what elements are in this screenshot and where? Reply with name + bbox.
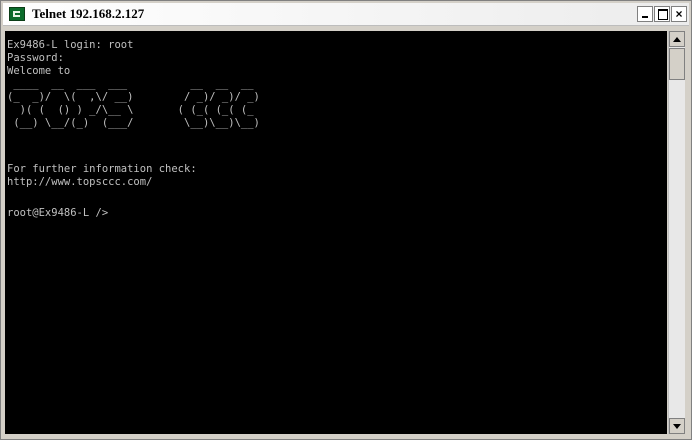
- ascii-banner-line-1: ____ __ ___ ___ __ __ __: [7, 78, 254, 90]
- vertical-scrollbar[interactable]: [668, 31, 685, 434]
- terminal-line-welcome: Welcome to: [7, 65, 71, 77]
- scroll-down-button[interactable]: [669, 418, 685, 434]
- ascii-banner-line-3: )( ( () ) _/\__ \ ( (_( (_( (_: [7, 104, 254, 116]
- close-button[interactable]: ×: [671, 6, 687, 22]
- terminal-line-url: http://www.topsccc.com/: [7, 176, 153, 188]
- title-bar[interactable]: Telnet 192.168.2.127 ×: [3, 3, 689, 26]
- terminal-line-password: Password:: [7, 52, 64, 64]
- arrow-down-icon: [673, 424, 681, 429]
- terminal-prompt: root@Ex9486-L />: [7, 207, 109, 219]
- telnet-window: Telnet 192.168.2.127 × Ex9486-L login: r…: [0, 0, 692, 440]
- window-title: Telnet 192.168.2.127: [32, 6, 145, 21]
- maximize-button[interactable]: [654, 6, 670, 22]
- ascii-banner-line-4: (__) \__/(_) (___/ \__)\__)\__): [7, 117, 260, 129]
- ascii-banner-line-2: (_ _)/ \( ,\/ __) / _)/ _)/ _): [7, 91, 260, 103]
- terminal-line-login: Ex9486-L login: root: [7, 39, 134, 51]
- terminal-line-info: For further information check:: [7, 163, 197, 175]
- scroll-up-button[interactable]: [669, 31, 685, 47]
- arrow-up-icon: [673, 37, 681, 42]
- scroll-thumb[interactable]: [669, 48, 685, 80]
- terminal-screen[interactable]: Ex9486-L login: root Password: Welcome t…: [5, 31, 667, 434]
- telnet-app-icon: [9, 7, 25, 21]
- minimize-button[interactable]: [637, 6, 653, 22]
